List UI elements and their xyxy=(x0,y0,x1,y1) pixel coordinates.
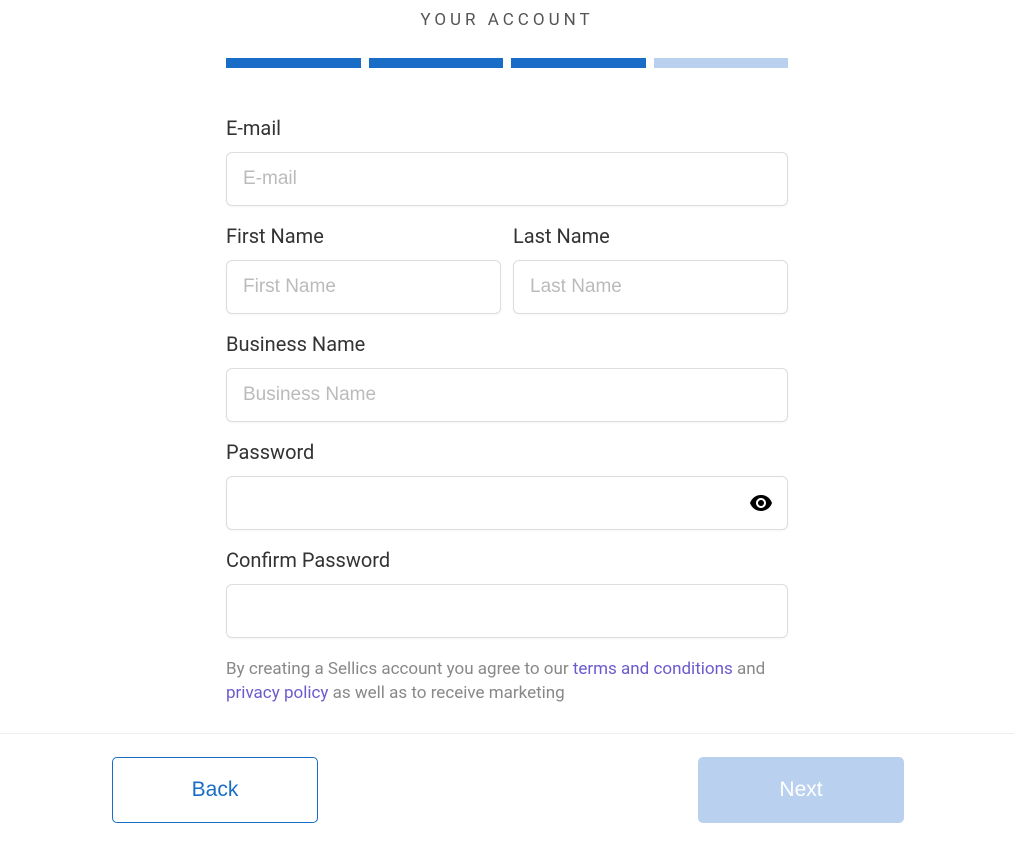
page-title: YOUR ACCOUNT xyxy=(226,10,788,30)
email-label: E-mail xyxy=(226,116,788,140)
footer-bar: Back Next xyxy=(0,733,1014,845)
legal-text-part2: and xyxy=(733,659,765,679)
email-field[interactable] xyxy=(226,152,788,206)
password-label: Password xyxy=(226,440,788,464)
first-name-label: First Name xyxy=(226,224,501,248)
business-name-label: Business Name xyxy=(226,332,788,356)
privacy-policy-link[interactable]: privacy policy xyxy=(226,683,328,703)
confirm-password-field[interactable] xyxy=(226,584,788,638)
progress-bar xyxy=(226,58,788,68)
back-button[interactable]: Back xyxy=(112,757,318,823)
show-password-icon[interactable] xyxy=(750,495,772,511)
progress-step-4 xyxy=(654,58,789,68)
business-name-field[interactable] xyxy=(226,368,788,422)
last-name-label: Last Name xyxy=(513,224,788,248)
password-field[interactable] xyxy=(226,476,788,530)
last-name-field[interactable] xyxy=(513,260,788,314)
terms-and-conditions-link[interactable]: terms and conditions xyxy=(573,659,733,679)
legal-text-part1: By creating a Sellics account you agree … xyxy=(226,659,573,679)
legal-text: By creating a Sellics account you agree … xyxy=(226,658,788,706)
legal-text-part3: as well as to receive marketing xyxy=(328,683,564,703)
progress-step-1 xyxy=(226,58,361,68)
first-name-field[interactable] xyxy=(226,260,501,314)
confirm-password-label: Confirm Password xyxy=(226,548,788,572)
next-button[interactable]: Next xyxy=(698,757,904,823)
progress-step-3 xyxy=(511,58,646,68)
progress-step-2 xyxy=(369,58,504,68)
